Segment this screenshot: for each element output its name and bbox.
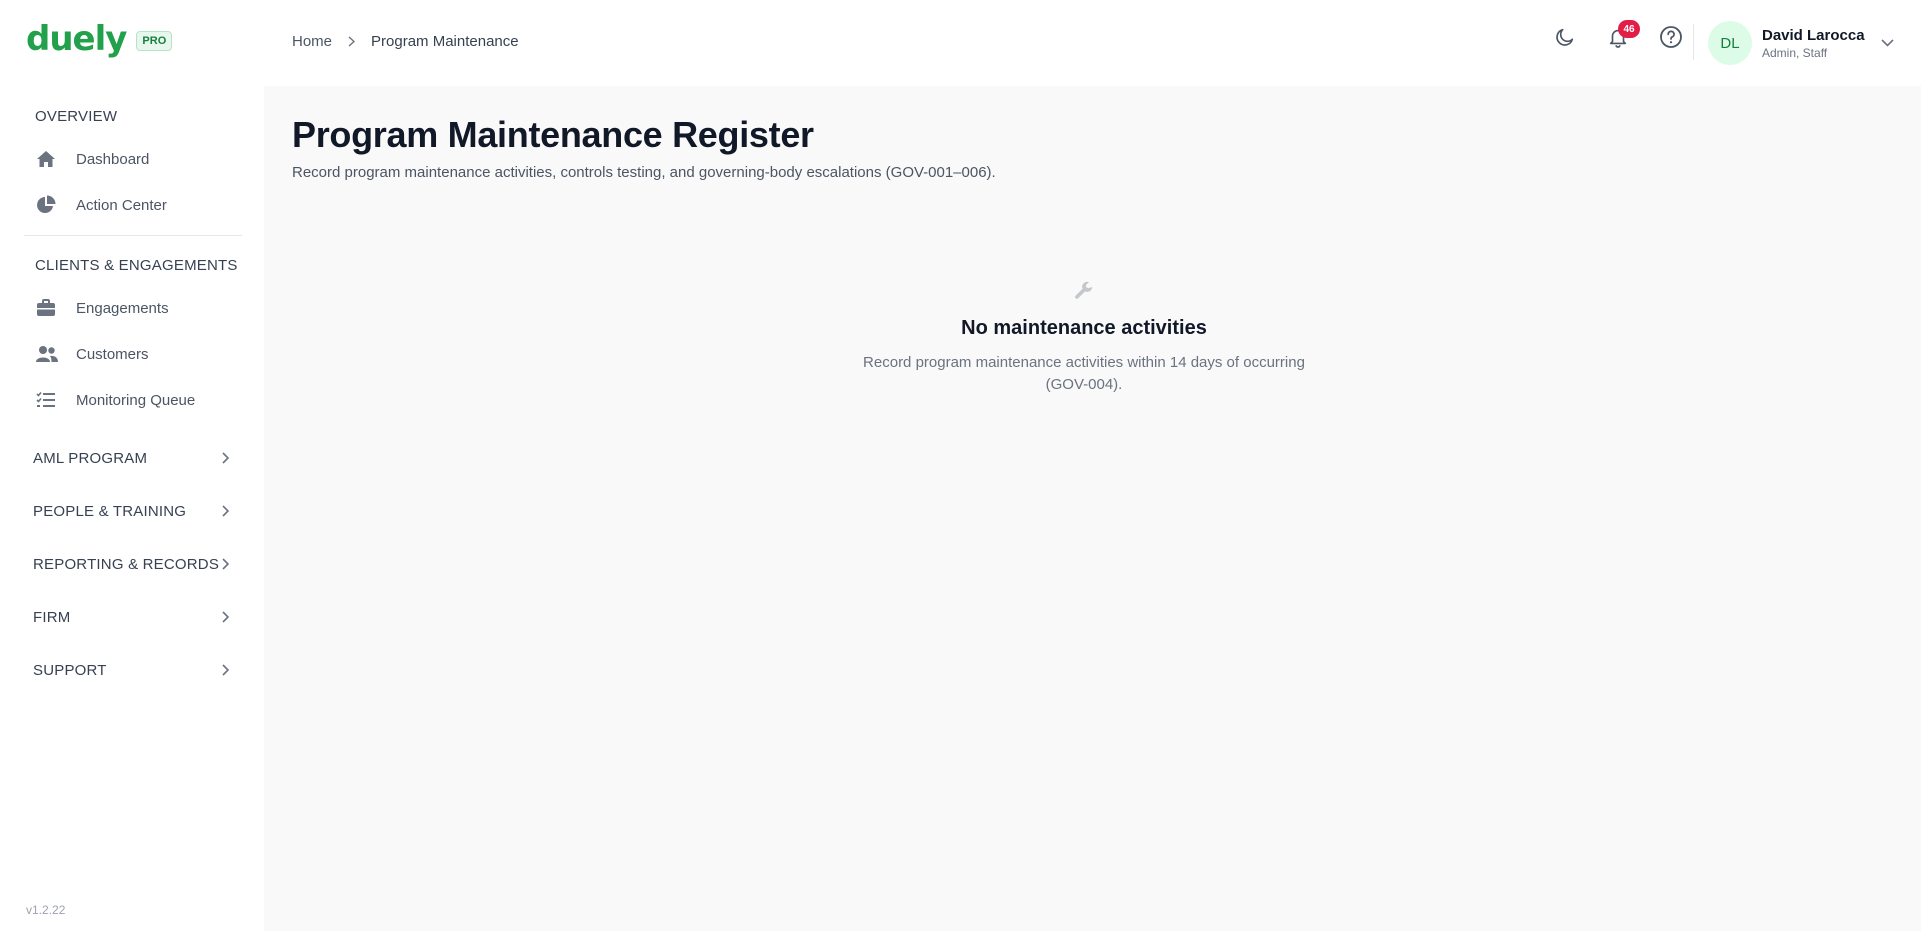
sidebar-item-monitoring-queue[interactable]: Monitoring Queue xyxy=(36,385,246,415)
briefcase-icon xyxy=(36,298,64,318)
app-version: v1.2.22 xyxy=(26,903,66,917)
nav-group-firm[interactable]: FIRM xyxy=(33,602,233,632)
header-divider xyxy=(1693,24,1694,60)
top-header: Home Program Maintenance 46 DL David Lar… xyxy=(264,0,1921,86)
empty-state-title: No maintenance activities xyxy=(961,317,1207,339)
section-title-overview: OVERVIEW xyxy=(35,108,118,125)
users-icon xyxy=(36,344,64,364)
user-role: Admin, Staff xyxy=(1762,45,1828,60)
sidebar-item-label: Monitoring Queue xyxy=(76,391,196,409)
notification-count-badge: 46 xyxy=(1618,20,1640,38)
nav-group-aml-program[interactable]: AML PROGRAM xyxy=(33,443,233,473)
nav-group-label: AML PROGRAM xyxy=(33,449,148,467)
help-button[interactable] xyxy=(1658,25,1684,54)
chevron-right-icon xyxy=(221,664,233,676)
nav-group-reporting-records[interactable]: REPORTING & RECORDS xyxy=(33,549,233,579)
chevron-right-icon xyxy=(348,36,356,47)
chevron-down-icon xyxy=(1880,39,1894,47)
logo[interactable]: duely PRO xyxy=(26,19,173,59)
page-title: Program Maintenance Register xyxy=(292,114,814,155)
sidebar: duely PRO OVERVIEW Dashboard Action Cent… xyxy=(0,0,264,931)
nav-group-label: SUPPORT xyxy=(33,661,107,679)
user-name: David Larocca xyxy=(1762,26,1865,44)
sidebar-item-label: Dashboard xyxy=(76,150,150,168)
page-subtitle: Record program maintenance activities, c… xyxy=(292,164,996,181)
pro-badge: PRO xyxy=(136,31,173,51)
user-info: David Larocca Admin, Staff xyxy=(1762,27,1865,60)
sidebar-item-customers[interactable]: Customers xyxy=(36,339,246,369)
empty-state: No maintenance activities Record program… xyxy=(834,281,1334,396)
sidebar-divider xyxy=(24,235,242,236)
logo-text: duely xyxy=(26,19,127,59)
nav-group-people-training[interactable]: PEOPLE & TRAINING xyxy=(33,496,233,526)
breadcrumb: Home Program Maintenance xyxy=(292,33,519,50)
pie-chart-icon xyxy=(36,195,64,215)
main-content: Program Maintenance Register Record prog… xyxy=(264,86,1921,931)
user-menu[interactable]: DL David Larocca Admin, Staff xyxy=(1708,21,1894,65)
chevron-right-icon xyxy=(221,558,233,570)
dark-mode-toggle[interactable] xyxy=(1552,26,1578,52)
sidebar-item-engagements[interactable]: Engagements xyxy=(36,293,246,323)
sidebar-item-label: Action Center xyxy=(76,196,167,214)
breadcrumb-home[interactable]: Home xyxy=(292,33,332,50)
breadcrumb-current: Program Maintenance xyxy=(371,33,519,50)
sidebar-item-dashboard[interactable]: Dashboard xyxy=(36,144,246,174)
notifications-button[interactable]: 46 xyxy=(1605,20,1640,52)
checklist-icon xyxy=(36,390,64,410)
empty-state-text: Record program maintenance activities wi… xyxy=(863,354,1305,393)
chevron-right-icon xyxy=(221,452,233,464)
sidebar-item-label: Engagements xyxy=(76,299,169,317)
section-title-clients: CLIENTS & ENGAGEMENTS xyxy=(35,257,238,274)
nav-group-label: FIRM xyxy=(33,608,71,626)
nav-group-support[interactable]: SUPPORT xyxy=(33,655,233,685)
chevron-right-icon xyxy=(221,505,233,517)
sidebar-item-action-center[interactable]: Action Center xyxy=(36,190,246,220)
help-circle-icon xyxy=(1659,25,1683,54)
chevron-right-icon xyxy=(221,611,233,623)
avatar: DL xyxy=(1708,21,1752,65)
home-icon xyxy=(36,149,64,169)
sidebar-item-label: Customers xyxy=(76,345,149,363)
nav-group-label: REPORTING & RECORDS xyxy=(33,555,220,573)
nav-group-label: PEOPLE & TRAINING xyxy=(33,502,187,520)
wrench-icon xyxy=(834,281,1334,303)
moon-icon xyxy=(1554,26,1576,53)
